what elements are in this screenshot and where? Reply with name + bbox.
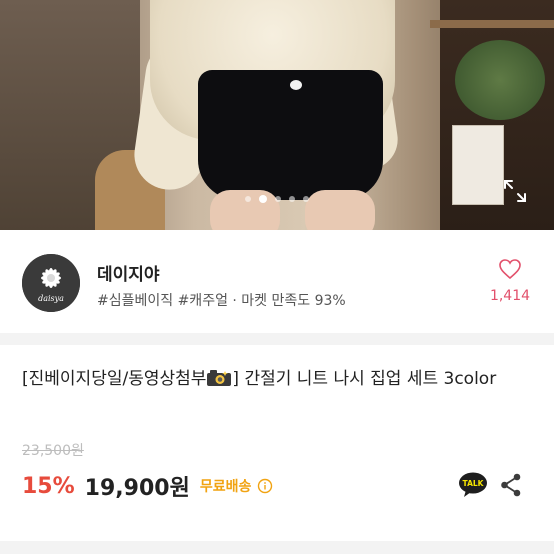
camera-emoji-icon (207, 370, 232, 386)
info-icon[interactable] (257, 478, 273, 494)
section-divider (0, 333, 554, 345)
product-title-prefix: [진베이지당일/동영상첨부 (22, 369, 207, 389)
seller-tags: #심플베이직 #캐주얼 · 마켓 만족도 93% (97, 293, 346, 309)
sale-price: 19,900원 (84, 476, 190, 501)
seller-avatar[interactable]: daisya (22, 254, 80, 312)
price-row: 15% 19,900원 무료배송 (22, 470, 273, 502)
expand-icon[interactable] (502, 178, 528, 204)
carousel-dot[interactable] (245, 196, 251, 202)
like-count: 1,414 (489, 288, 531, 304)
carousel-dot-active[interactable] (259, 195, 267, 203)
seller-info[interactable]: daisya 데이지야 #심플베이직 #캐주얼 · 마켓 만족도 93% 1,4… (0, 240, 554, 330)
carousel-dot[interactable] (303, 196, 309, 202)
original-price: 23,500원 (22, 443, 84, 459)
seller-name[interactable]: 데이지야 (97, 260, 160, 285)
carousel-dot[interactable] (289, 196, 295, 202)
heart-icon[interactable] (498, 258, 522, 280)
section-divider (0, 541, 554, 554)
daisy-logo-icon: daisya (22, 254, 80, 312)
kakaotalk-icon[interactable]: TALK (458, 472, 488, 498)
like-button[interactable]: 1,414 (488, 258, 532, 304)
free-shipping-badge: 무료배송 (199, 479, 252, 495)
product-image[interactable] (0, 0, 554, 230)
carousel-indicator (0, 195, 554, 203)
product-title-suffix: ] 간절기 니트 나시 집업 세트 3color (232, 369, 497, 389)
svg-text:daisya: daisya (38, 294, 64, 303)
share-icon[interactable] (500, 473, 522, 497)
carousel-dot[interactable] (275, 196, 281, 202)
product-title: [진베이지당일/동영상첨부 ] 간절기 니트 나시 집업 세트 3color (22, 366, 537, 393)
discount-rate: 15% (22, 473, 75, 499)
svg-text:TALK: TALK (463, 479, 485, 488)
